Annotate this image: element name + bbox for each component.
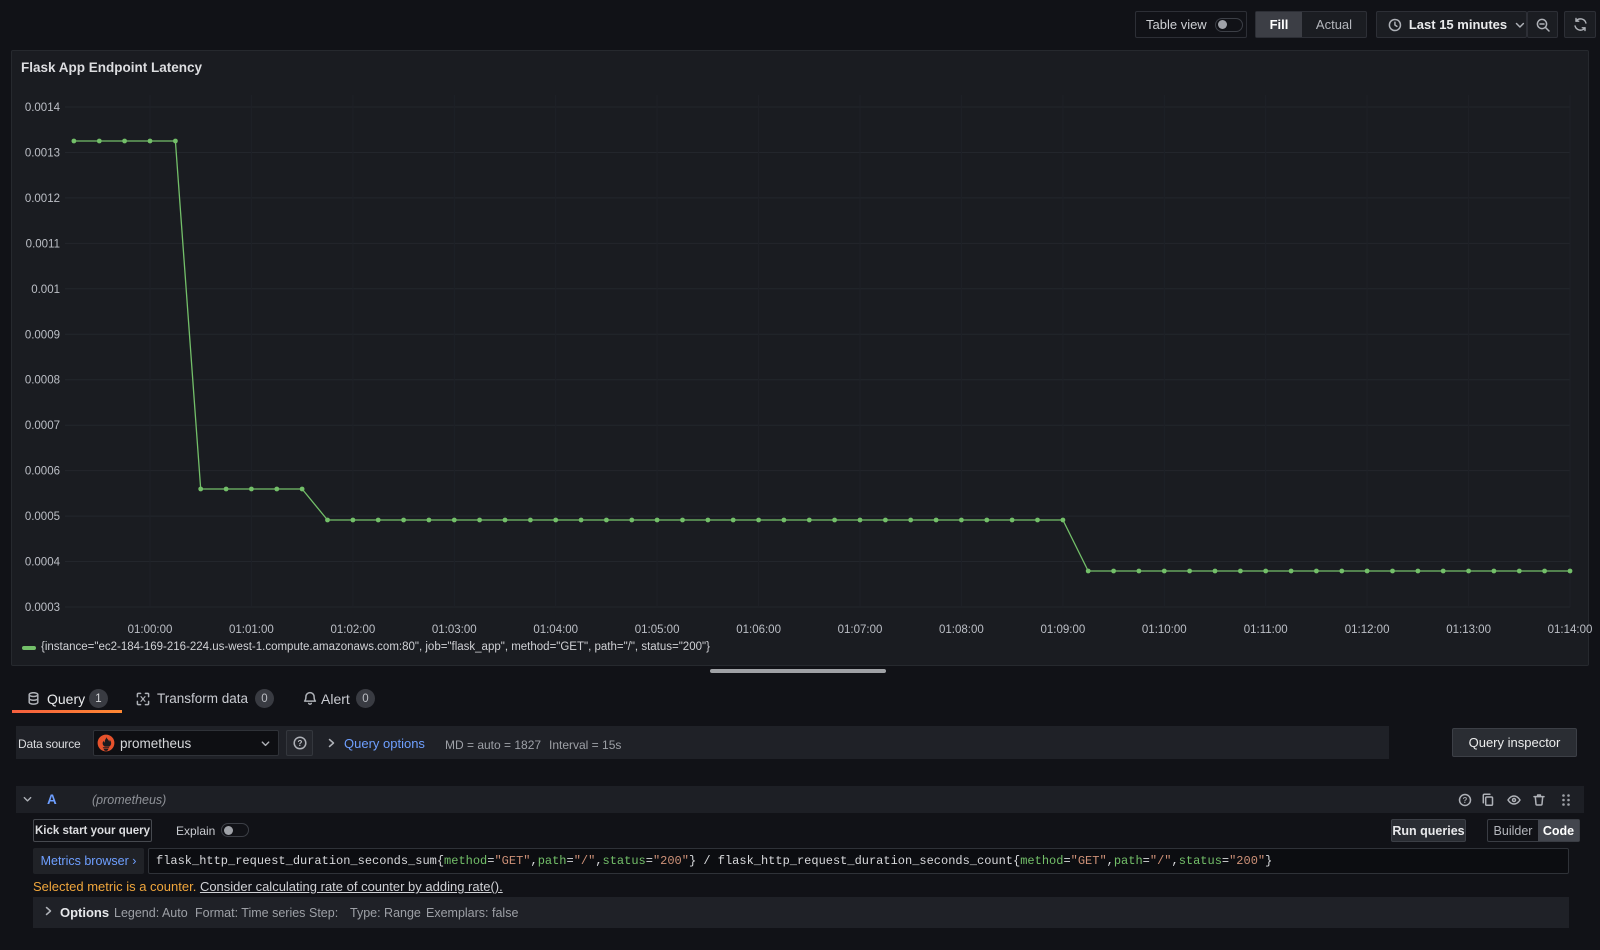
svg-text:?: ? <box>1463 796 1468 805</box>
svg-text:01:12:00: 01:12:00 <box>1345 624 1390 636</box>
svg-text:01:03:00: 01:03:00 <box>432 624 477 636</box>
svg-text:01:02:00: 01:02:00 <box>331 624 376 636</box>
svg-text:0.0003: 0.0003 <box>25 602 60 614</box>
svg-text:01:04:00: 01:04:00 <box>533 624 578 636</box>
svg-text:01:13:00: 01:13:00 <box>1446 624 1491 636</box>
svg-text:01:05:00: 01:05:00 <box>635 624 680 636</box>
svg-text:?: ? <box>297 739 302 748</box>
svg-text:0.001: 0.001 <box>31 284 60 296</box>
svg-text:0.0014: 0.0014 <box>25 102 61 114</box>
svg-text:01:08:00: 01:08:00 <box>939 624 984 636</box>
svg-text:0.0006: 0.0006 <box>25 466 60 478</box>
svg-text:01:06:00: 01:06:00 <box>736 624 781 636</box>
svg-text:01:14:00: 01:14:00 <box>1548 624 1593 636</box>
svg-text:0.0011: 0.0011 <box>26 238 60 250</box>
svg-text:01:01:00: 01:01:00 <box>229 624 274 636</box>
svg-text:01:11:00: 01:11:00 <box>1244 624 1288 636</box>
svg-text:01:09:00: 01:09:00 <box>1041 624 1086 636</box>
svg-text:0.0009: 0.0009 <box>25 329 60 341</box>
svg-text:01:07:00: 01:07:00 <box>838 624 883 636</box>
svg-text:0.0013: 0.0013 <box>25 148 60 160</box>
svg-text:0.0007: 0.0007 <box>25 420 60 432</box>
svg-text:0.0005: 0.0005 <box>25 511 60 523</box>
svg-text:0.0004: 0.0004 <box>25 557 61 569</box>
svg-text:01:10:00: 01:10:00 <box>1142 624 1187 636</box>
svg-text:01:00:00: 01:00:00 <box>128 624 173 636</box>
svg-text:0.0008: 0.0008 <box>25 375 60 387</box>
svg-text:0.0012: 0.0012 <box>25 193 60 205</box>
